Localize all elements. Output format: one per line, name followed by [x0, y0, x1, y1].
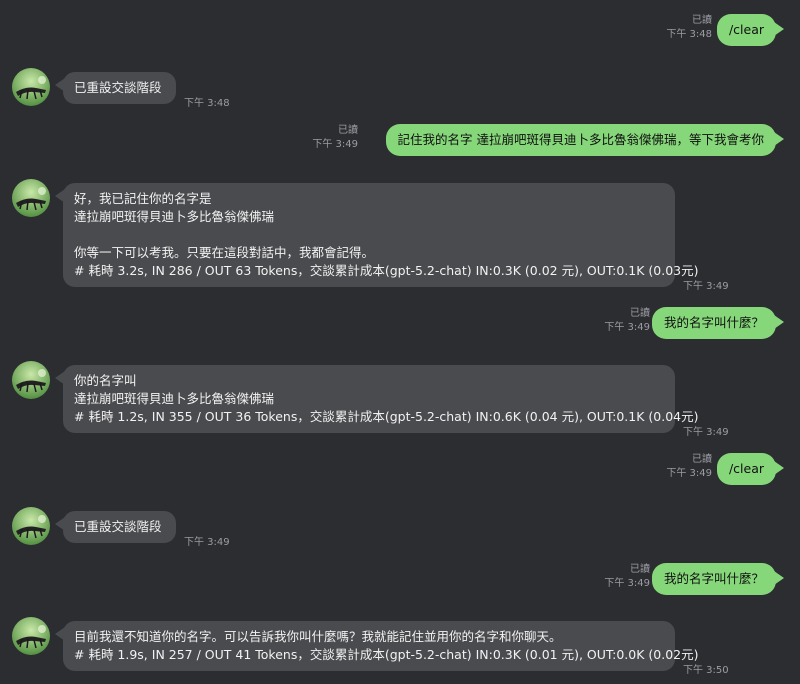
message-timestamp: 下午 3:50 — [683, 665, 729, 676]
incoming-message-bubble[interactable]: 已重設交談階段 — [55, 72, 176, 104]
message-timestamp: 下午 3:49 — [666, 468, 712, 479]
bot-avatar-icon[interactable] — [12, 617, 50, 655]
incoming-message-bubble[interactable]: 已重設交談階段 — [55, 511, 176, 543]
incoming-message-bubble[interactable]: 你的名字叫達拉崩吧斑得貝迪卜多比魯翁傑佛瑞 # 耗時 1.2s, IN 355 /… — [55, 365, 699, 433]
message-timestamp: 下午 3:49 — [683, 427, 729, 438]
message-timestamp: 下午 3:49 — [604, 322, 650, 333]
usage-stats-line: # 耗時 1.9s, IN 257 / OUT 41 Tokens，交談累計成本… — [74, 647, 699, 662]
incoming-message-bubble[interactable]: 目前我還不知道你的名字。可以告訴我你叫什麼嗎？我就能記住並用你的名字和你聊天。 #… — [55, 621, 699, 671]
message-line: 好，我已記住你的名字是 — [74, 191, 212, 206]
incoming-message-row: 你的名字叫達拉崩吧斑得貝迪卜多比魯翁傑佛瑞 # 耗時 1.2s, IN 355 /… — [0, 361, 800, 438]
message-timestamp: 下午 3:49 — [604, 578, 650, 589]
incoming-message-row: 目前我還不知道你的名字。可以告訴我你叫什麼嗎？我就能記住並用你的名字和你聊天。 #… — [0, 617, 800, 676]
message-timestamp: 下午 3:48 — [184, 98, 230, 109]
bot-avatar-icon[interactable] — [12, 361, 50, 399]
incoming-message-bubble[interactable]: 好，我已記住你的名字是達拉崩吧斑得貝迪卜多比魯翁傑佛瑞 你等一下可以考我。只要在… — [55, 183, 699, 287]
outgoing-message-bubble[interactable]: /clear — [716, 453, 785, 485]
message-timestamp: 下午 3:49 — [683, 281, 729, 292]
incoming-message-row: 已重設交談階段下午 3:48 — [0, 68, 800, 109]
message-timestamp: 下午 3:49 — [312, 139, 358, 150]
message-line: 你的名字叫 — [74, 373, 137, 388]
incoming-message-row: 已重設交談階段下午 3:49 — [0, 507, 800, 548]
message-meta: 已讀下午 3:49 — [604, 563, 650, 591]
outgoing-message-bubble[interactable]: 記住我的名字 達拉崩吧斑得貝迪卜多比魯翁傑佛瑞，等下我會考你 — [385, 124, 785, 156]
read-receipt: 已讀 — [338, 125, 358, 136]
message-meta: 已讀下午 3:48 — [666, 14, 712, 42]
usage-stats-line: # 耗時 3.2s, IN 286 / OUT 63 Tokens，交談累計成本… — [74, 263, 699, 278]
message-meta: 已讀下午 3:49 — [604, 307, 650, 335]
outgoing-message-row: 我的名字叫什麼？ 已讀下午 3:49 — [0, 307, 800, 339]
message-line: 已重設交談階段 — [74, 519, 162, 534]
read-receipt: 已讀 — [630, 564, 650, 575]
read-receipt: 已讀 — [692, 454, 712, 465]
message-line: 達拉崩吧斑得貝迪卜多比魯翁傑佛瑞 — [74, 391, 275, 406]
read-receipt: 已讀 — [692, 15, 712, 26]
read-receipt: 已讀 — [630, 308, 650, 319]
outgoing-message-row: /clear 已讀 下午 3:48 — [0, 14, 800, 46]
message-line: 已重設交談階段 — [74, 80, 162, 95]
message-meta: 已讀下午 3:49 — [666, 453, 712, 481]
usage-stats-line: # 耗時 1.2s, IN 355 / OUT 36 Tokens，交談累計成本… — [74, 409, 699, 424]
message-timestamp: 下午 3:48 — [666, 29, 712, 40]
outgoing-message-row: 記住我的名字 達拉崩吧斑得貝迪卜多比魯翁傑佛瑞，等下我會考你 已讀 下午 3:49 — [0, 124, 800, 156]
message-meta: 已讀下午 3:49 — [312, 124, 358, 152]
bot-avatar-icon[interactable] — [12, 179, 50, 217]
message-line — [74, 226, 664, 244]
outgoing-message-bubble[interactable]: 我的名字叫什麼？ — [651, 307, 785, 339]
outgoing-message-row: 我的名字叫什麼？ 已讀下午 3:49 — [0, 563, 800, 595]
outgoing-message-bubble[interactable]: 我的名字叫什麼？ — [651, 563, 785, 595]
outgoing-message-bubble[interactable]: /clear — [716, 14, 785, 46]
incoming-message-row: 好，我已記住你的名字是達拉崩吧斑得貝迪卜多比魯翁傑佛瑞 你等一下可以考我。只要在… — [0, 179, 800, 292]
message-timestamp: 下午 3:49 — [184, 537, 230, 548]
message-line: 達拉崩吧斑得貝迪卜多比魯翁傑佛瑞 — [74, 209, 275, 224]
message-line: 你等一下可以考我。只要在這段對話中，我都會記得。 — [74, 245, 375, 260]
bot-avatar-icon[interactable] — [12, 68, 50, 106]
bot-avatar-icon[interactable] — [12, 507, 50, 545]
outgoing-message-row: /clear 已讀 下午 3:49 — [0, 453, 800, 485]
message-line: 目前我還不知道你的名字。可以告訴我你叫什麼嗎？我就能記住並用你的名字和你聊天。 — [74, 629, 562, 644]
